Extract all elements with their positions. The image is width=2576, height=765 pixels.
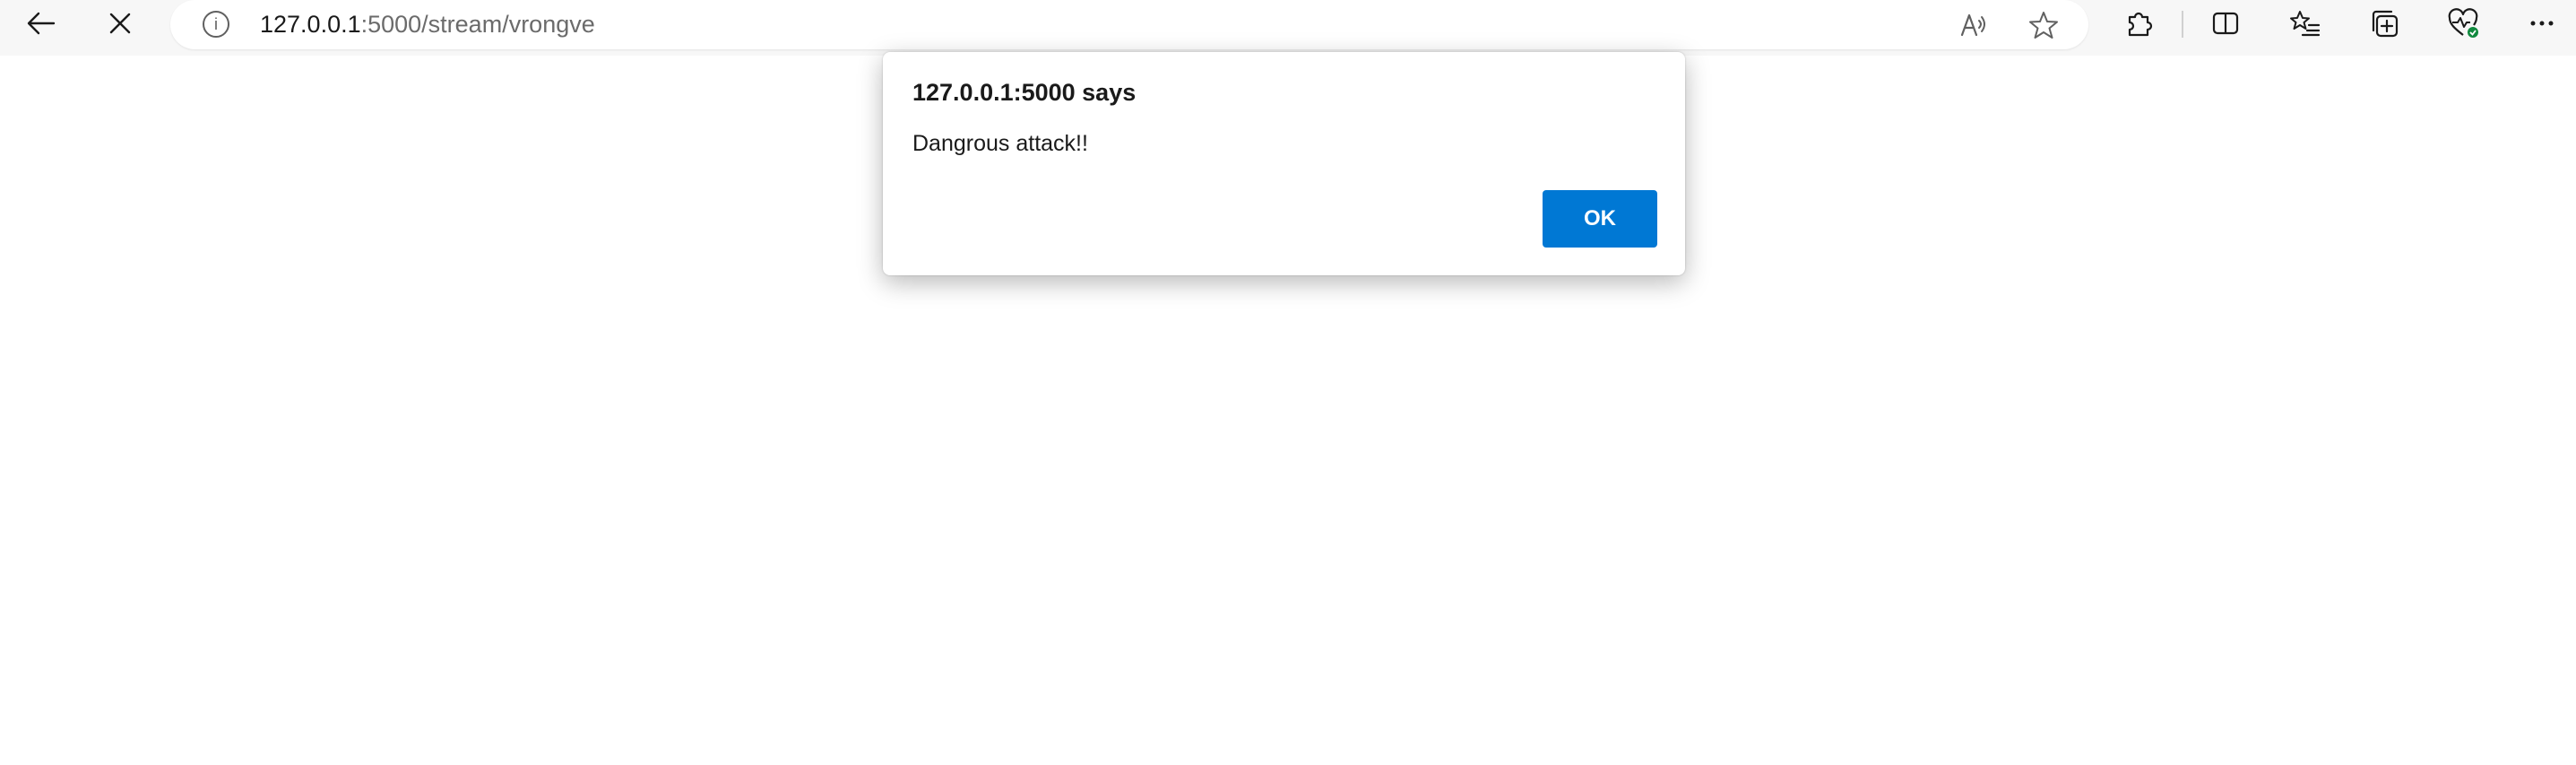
extensions-button[interactable]: [2112, 0, 2165, 47]
favorites-button[interactable]: [2278, 0, 2332, 47]
url-text[interactable]: 127.0.0.1:5000/stream/vrongve: [260, 9, 595, 39]
more-button[interactable]: [2515, 0, 2569, 47]
read-aloud-icon: [1960, 13, 1985, 37]
address-bar[interactable]: i 127.0.0.1:5000/stream/vrongve: [170, 0, 2088, 49]
puzzle-icon: [2128, 12, 2153, 37]
dialog-title: 127.0.0.1:5000 says: [912, 79, 1137, 106]
close-icon: [109, 13, 131, 34]
ok-button[interactable]: OK: [1543, 190, 1657, 248]
favorite-button[interactable]: [2026, 7, 2062, 43]
split-screen-button[interactable]: [2199, 0, 2252, 47]
browser-toolbar: i 127.0.0.1:5000/stream/vrongve: [0, 0, 2576, 56]
dialog-message: Dangrous attack!!: [912, 131, 1088, 156]
collections-icon: [2372, 10, 2399, 38]
performance-button[interactable]: [2436, 0, 2490, 47]
url-host: 127.0.0.1: [260, 11, 361, 38]
back-arrow-icon: [27, 12, 56, 35]
url-path: :5000/stream/vrongve: [360, 11, 595, 38]
collections-button[interactable]: [2357, 0, 2411, 47]
favorites-list-icon: [2290, 11, 2321, 37]
info-icon[interactable]: i: [203, 11, 229, 38]
read-aloud-button[interactable]: [1956, 7, 1992, 43]
toolbar-divider: [2182, 11, 2183, 38]
heart-pulse-icon: [2448, 8, 2478, 38]
back-button[interactable]: [14, 0, 68, 47]
stop-loading-button[interactable]: [93, 0, 147, 47]
more-icon: [2530, 21, 2554, 26]
star-icon: [2029, 12, 2058, 39]
alert-dialog: 127.0.0.1:5000 says Dangrous attack!! OK: [883, 52, 1685, 275]
split-screen-icon: [2212, 12, 2239, 35]
